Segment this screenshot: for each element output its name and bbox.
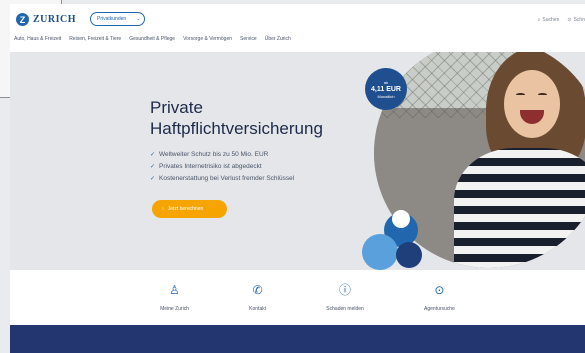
quicklink-kontakt[interactable]: ✆ Kontakt	[249, 270, 266, 325]
quick-links: ♙ Meine Zurich ✆ Kontakt ⓘ Schaden melde…	[10, 270, 585, 325]
nav-item-ueber-zurich[interactable]: Über Zurich	[265, 36, 291, 48]
alert-icon: ⓘ	[339, 283, 352, 297]
location-icon: ⊙	[567, 17, 572, 23]
price-badge-period: Monatlich	[377, 93, 395, 99]
chevron-down-icon: ⌄	[136, 16, 141, 22]
search-label: Suchen	[542, 17, 560, 23]
benefit-item: Kostenerstattung bei Verlust fremder Sch…	[150, 173, 294, 185]
page-title: Private Haftpflichtversicherung	[150, 98, 323, 138]
hero-banner: Private Haftpflichtversicherung Weltweit…	[10, 52, 585, 270]
nav-item-service[interactable]: Service	[240, 36, 257, 48]
audience-select[interactable]: Privatkunden ⌄	[90, 12, 145, 26]
benefit-list: Weltweiter Schutz bis zu 50 Mio. EUR Pri…	[150, 149, 294, 185]
site-header: Z ZURICH Privatkunden ⌄ ⌕ Suchen ⊙ Schn	[10, 4, 585, 34]
calculate-button[interactable]: › Jetzt berechnen	[152, 200, 227, 218]
account-button[interactable]: ⊙ Schn	[567, 17, 585, 23]
nav-item-gesundheit[interactable]: Gesundheit & Pflege	[129, 36, 175, 48]
phone-icon: ✆	[252, 283, 263, 297]
nav-item-auto-haus[interactable]: Auto, Haus & Freizeit	[14, 36, 61, 48]
price-badge: ab 4,11 EUR Monatlich	[365, 68, 407, 110]
person-icon: ♙	[169, 283, 180, 297]
logo-mark-icon: Z	[16, 13, 29, 26]
quicklink-label: Schaden melden	[326, 306, 364, 312]
decorative-circle	[396, 242, 422, 268]
decorative-circle	[392, 210, 410, 228]
header-actions: ⌕ Suchen ⊙ Schn	[538, 17, 585, 23]
logo-text: ZURICH	[33, 14, 77, 25]
benefit-item: Weltweiter Schutz bis zu 50 Mio. EUR	[150, 149, 294, 161]
quicklink-schaden-melden[interactable]: ⓘ Schaden melden	[326, 270, 364, 325]
account-label: Schn	[573, 17, 585, 23]
audience-select-value: Privatkunden	[97, 16, 127, 22]
zurich-logo[interactable]: Z ZURICH	[16, 13, 76, 26]
browser-window: Z ZURICH Privatkunden ⌄ ⌕ Suchen ⊙ Schn …	[10, 4, 585, 353]
location-pin-icon: ⊙	[434, 283, 445, 297]
calculate-button-label: Jetzt berechnen	[167, 206, 204, 212]
nav-item-reisen[interactable]: Reisen, Freizeit & Tiere	[69, 36, 121, 48]
quicklink-label: Agentursuche	[424, 306, 455, 312]
price-badge-prefix: ab	[383, 79, 389, 85]
chevron-right-icon: ›	[162, 206, 164, 212]
search-icon: ⌕	[537, 17, 541, 23]
price-badge-amount: 4,11 EUR	[371, 85, 401, 93]
decorative-circle	[362, 234, 398, 270]
quicklink-meine-zurich[interactable]: ♙ Meine Zurich	[160, 270, 189, 325]
nav-item-vorsorge[interactable]: Vorsorge & Vermögen	[183, 36, 232, 48]
content-section-band	[10, 325, 585, 353]
benefit-item: Privates Internetrisiko ist abgedeckt	[150, 161, 294, 173]
quicklink-label: Kontakt	[249, 306, 267, 312]
quicklink-agentursuche[interactable]: ⊙ Agentursuche	[424, 270, 455, 325]
quicklink-label: Meine Zurich	[160, 306, 189, 312]
main-navigation: Auto, Haus & Freizeit Reisen, Freizeit &…	[10, 36, 585, 48]
search-button[interactable]: ⌕ Suchen	[538, 17, 560, 23]
